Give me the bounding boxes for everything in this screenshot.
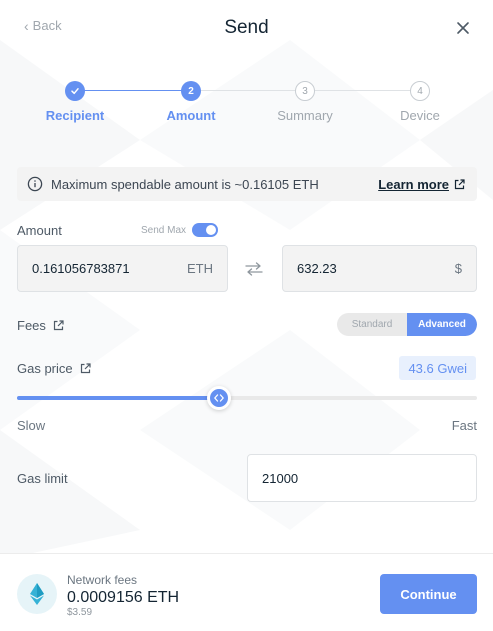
crypto-amount-input[interactable]: 0.161056783871 ETH: [17, 245, 228, 292]
footer: Network fees 0.0009156 ETH $3.59 Continu…: [0, 553, 493, 631]
gas-limit-label: Gas limit: [17, 471, 68, 486]
step-number: 2: [181, 81, 201, 101]
swap-icon[interactable]: [245, 262, 263, 276]
gas-price-label-row: Gas price: [17, 361, 91, 376]
network-fees-label: Network fees: [67, 573, 138, 587]
check-icon: [65, 81, 85, 101]
send-max-toggle[interactable]: [192, 223, 219, 237]
slider-slow-label: Slow: [17, 418, 46, 433]
step-label: Recipient: [45, 108, 105, 123]
info-message: Maximum spendable amount is ~0.16105 ETH: [51, 176, 319, 192]
crypto-unit: ETH: [187, 261, 213, 276]
gas-limit-value: 21000: [262, 470, 299, 486]
external-link-icon[interactable]: [80, 363, 91, 374]
step-number: 3: [295, 81, 315, 101]
fees-mode-advanced[interactable]: Advanced: [407, 313, 477, 336]
stepper: Recipient 2 Amount 3 Summary 4 Device: [0, 78, 493, 128]
gas-price-badge: 43.6 Gwei: [399, 356, 476, 380]
step-number: 4: [410, 81, 430, 101]
fees-mode-standard[interactable]: Standard: [337, 313, 407, 336]
crypto-amount-value: 0.161056783871: [32, 261, 130, 276]
learn-more-label: Learn more: [378, 176, 449, 192]
network-fees-usd: $3.59: [67, 607, 93, 618]
fiat-amount-value: 632.23: [297, 261, 337, 276]
fiat-amount-input[interactable]: 632.23 $: [282, 245, 477, 292]
step-summary: 3 Summary: [250, 78, 360, 123]
continue-button[interactable]: Continue: [380, 574, 477, 614]
info-banner: Maximum spendable amount is ~0.16105 ETH…: [17, 167, 477, 201]
fees-label-row: Fees: [17, 318, 64, 333]
gas-limit-input[interactable]: 21000: [247, 454, 477, 502]
step-label: Summary: [277, 108, 333, 123]
ethereum-icon: [17, 574, 57, 614]
learn-more-link[interactable]: Learn more: [378, 177, 465, 192]
info-icon: [27, 176, 43, 192]
send-max-label: Send Max: [141, 224, 187, 236]
step-recipient: Recipient: [20, 78, 130, 123]
external-link-icon[interactable]: [53, 320, 64, 331]
send-max: Send Max: [141, 223, 219, 237]
fees-label: Fees: [17, 318, 46, 333]
slider-fast-label: Fast: [451, 418, 477, 433]
step-label: Amount: [166, 108, 216, 123]
gas-price-slider-thumb[interactable]: [207, 386, 232, 410]
step-amount: 2 Amount: [136, 78, 246, 123]
step-label: Device: [400, 108, 440, 123]
step-device: 4 Device: [365, 78, 475, 123]
header: ‹ Back Send: [0, 0, 493, 58]
network-fees-value: 0.0009156 ETH: [67, 589, 180, 606]
fees-mode-toggle: Standard Advanced: [337, 313, 477, 336]
gas-price-label: Gas price: [17, 361, 73, 376]
code-arrows-icon: [214, 394, 225, 402]
external-link-icon: [454, 178, 465, 189]
fiat-unit: $: [454, 261, 462, 276]
close-icon[interactable]: [455, 20, 471, 36]
gas-price-slider-fill: [17, 396, 220, 400]
page-title: Send: [224, 17, 269, 38]
amount-label: Amount: [17, 223, 62, 238]
